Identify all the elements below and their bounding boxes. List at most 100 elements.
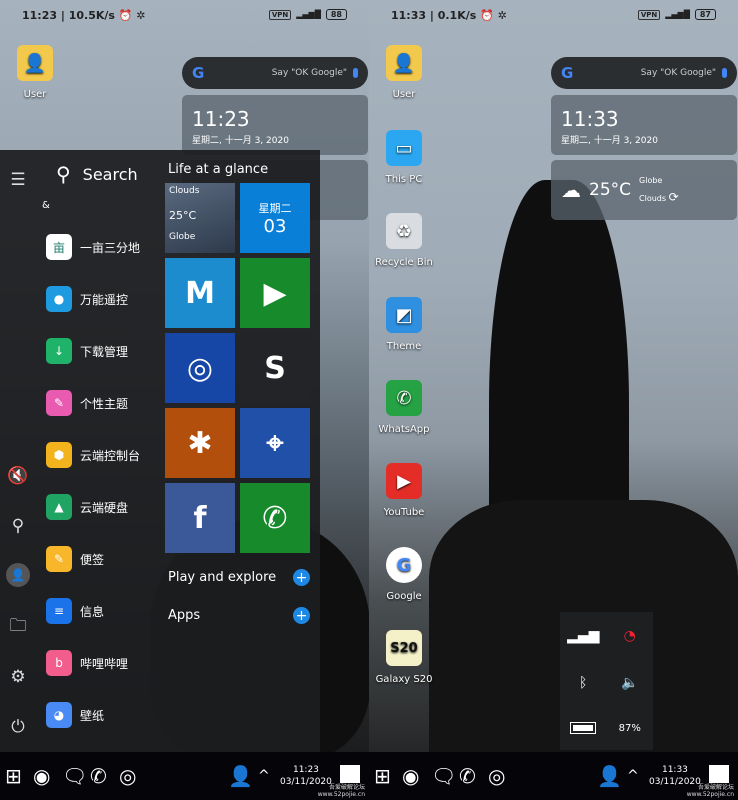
clock-date: 星期二, 十一月 3, 2020 <box>561 136 658 146</box>
desktop-icon-label: This PC <box>385 174 423 185</box>
app-list-item[interactable]: ✎ 便签 <box>46 546 104 572</box>
notification-center-icon[interactable] <box>340 765 360 783</box>
cortana-icon[interactable]: ◉ <box>33 764 50 788</box>
messages-icon: ≡ <box>46 598 72 624</box>
refresh-icon[interactable]: ⟳ <box>669 190 679 204</box>
clock-time: 11:23 <box>192 107 250 131</box>
messages-icon[interactable]: 🗨 <box>431 764 456 788</box>
desktop-icon[interactable]: ✆ WhatsApp <box>369 380 439 435</box>
chrome-icon[interactable]: ◎ <box>119 764 136 788</box>
person-icon[interactable]: 👤 <box>228 764 253 788</box>
tile-skype[interactable]: S <box>240 333 310 403</box>
bluetooth-icon[interactable]: ᛒ <box>579 675 587 691</box>
battery-icon <box>570 722 597 735</box>
tile-calendar-day: 03 <box>263 215 287 237</box>
youtube-icon: ▶ <box>386 463 422 499</box>
desktop-icon[interactable]: ▶ YouTube <box>369 463 439 518</box>
cloud-icon: ☁ <box>561 178 581 202</box>
apps-section[interactable]: Apps + <box>168 607 310 624</box>
phone-icon[interactable]: ✆ <box>90 764 107 788</box>
messages-icon[interactable]: 🗨 <box>62 764 87 788</box>
settings-gear-icon[interactable]: ⚙ <box>6 665 30 689</box>
app-list-item[interactable]: 亩一亩三分地 <box>46 234 140 260</box>
windows-start-icon[interactable]: ⊞ <box>5 764 22 788</box>
tile-play-store[interactable]: ▶ <box>240 258 310 328</box>
download-icon: ↓ <box>46 338 72 364</box>
tile-weather-temp: 25°C <box>169 209 197 222</box>
signal-icon[interactable]: ▂▄▆ <box>567 628 599 644</box>
desktop-icon[interactable]: 👤 User <box>369 45 439 100</box>
chevron-up-icon[interactable]: ^ <box>627 768 639 784</box>
plus-icon[interactable]: + <box>293 607 310 624</box>
desktop-icon[interactable]: ♻ Recycle Bin <box>369 213 439 268</box>
watermark: 吾爱破解论坛 www.52pojie.cn <box>686 784 734 798</box>
mic-icon[interactable] <box>722 68 727 78</box>
google-search-bar[interactable]: G Say "OK Google" <box>182 57 368 89</box>
search-button[interactable]: ⚲ Search <box>56 162 138 186</box>
weather-widget[interactable]: ☁ 25°C Globe Clouds ⟳ <box>551 160 737 220</box>
phone-icon[interactable]: ✆ <box>459 764 476 788</box>
battery-indicator: 87 <box>694 9 716 20</box>
theme-icon: ◩ <box>386 297 422 333</box>
desktop-icon[interactable]: ▭ This PC <box>369 130 439 185</box>
desktop-icon[interactable]: G Google <box>369 547 439 602</box>
search-hint: Say "OK Google" <box>271 68 347 78</box>
tile-maps[interactable]: ⌖ <box>240 408 310 478</box>
app-label: 万能遥控 <box>80 292 129 307</box>
wallpaper-icon: ◕ <box>46 702 72 728</box>
search-icon[interactable]: ⚲ <box>6 514 30 538</box>
desktop-icon-label: User <box>23 89 47 100</box>
app-list-item[interactable]: ↓ 下载管理 <box>46 338 128 364</box>
clock-widget[interactable]: 11:23 星期二, 十一月 3, 2020 <box>182 95 368 155</box>
status-bar: 11:23 | 10.5K/s ⏰ ✲ VPN ▂▄▆█ 88 <box>0 0 369 30</box>
facebook-icon: f <box>193 500 207 536</box>
recycle-bin-icon: ♻ <box>386 213 422 249</box>
app-list-item[interactable]: ◕ 壁纸 <box>46 702 104 728</box>
file-explorer-icon[interactable]: 🗀 <box>6 615 30 639</box>
tile-gmail[interactable]: M <box>165 258 235 328</box>
desktop-icon[interactable]: S20 Galaxy S20 <box>369 630 439 685</box>
app-list-item[interactable]: ✎ 个性主题 <box>46 390 128 416</box>
power-icon[interactable]: ⏻ <box>6 715 30 739</box>
google-logo: G <box>561 64 574 82</box>
yimu-icon: 亩 <box>46 234 72 260</box>
plus-icon[interactable]: + <box>293 569 310 586</box>
google-search-bar[interactable]: G Say "OK Google" <box>551 57 737 89</box>
signal-icon: ▂▄▆█ <box>296 10 321 19</box>
app-group-header: & <box>42 200 50 211</box>
clock-time: 11:33 <box>561 107 619 131</box>
app-list-item[interactable]: b 哔哩哔哩 <box>46 650 128 676</box>
taskbar: ⊞ ◉ 🗨 ✆ ◎ 👤 ^ 11:23 03/11/2020 吾爱破解论坛 www.… <box>0 752 369 800</box>
app-list-item[interactable]: ▲ 云端硬盘 <box>46 494 128 520</box>
volume-icon[interactable]: 🔈 <box>621 675 638 691</box>
tile-calendar[interactable]: 星期二 03 <box>240 183 310 253</box>
cortana-icon[interactable]: ◉ <box>402 764 419 788</box>
tile-weather[interactable]: Clouds 25°C Globe <box>165 183 235 253</box>
tile-photos[interactable]: ✱ <box>165 408 235 478</box>
tile-whatsapp[interactable]: ✆ <box>240 483 310 553</box>
person-icon[interactable]: 👤 <box>597 764 622 788</box>
desktop-icon-label: YouTube <box>383 507 425 518</box>
mute-icon[interactable]: 🔇 <box>6 464 30 488</box>
desktop-icon-user[interactable]: 👤 User <box>0 45 70 100</box>
windows-start-icon[interactable]: ⊞ <box>374 764 391 788</box>
app-label: 一亩三分地 <box>80 240 141 255</box>
hamburger-menu-icon[interactable]: ☰ <box>6 168 30 192</box>
status-time: 11:33 <box>391 9 427 22</box>
cloud-console-icon: ⬢ <box>46 442 72 468</box>
user-avatar-icon[interactable]: 👤 <box>6 563 30 587</box>
tile-camera[interactable]: ◎ <box>165 333 235 403</box>
app-list-item[interactable]: ≡ 信息 <box>46 598 104 624</box>
chevron-up-icon[interactable]: ^ <box>258 768 270 784</box>
tile-facebook[interactable]: f <box>165 483 235 553</box>
user-folder-icon: 👤 <box>17 45 53 81</box>
wifi-off-icon[interactable]: ◔ <box>624 628 636 644</box>
desktop-icon[interactable]: ◩ Theme <box>369 297 439 352</box>
notification-center-icon[interactable] <box>709 765 729 783</box>
mic-icon[interactable] <box>353 68 358 78</box>
clock-widget[interactable]: 11:33 星期二, 十一月 3, 2020 <box>551 95 737 155</box>
chrome-icon[interactable]: ◎ <box>488 764 505 788</box>
app-list-item[interactable]: ⬢ 云端控制台 <box>46 442 140 468</box>
play-and-explore-section[interactable]: Play and explore + <box>168 569 310 586</box>
app-list-item[interactable]: ● 万能遥控 <box>46 286 128 312</box>
